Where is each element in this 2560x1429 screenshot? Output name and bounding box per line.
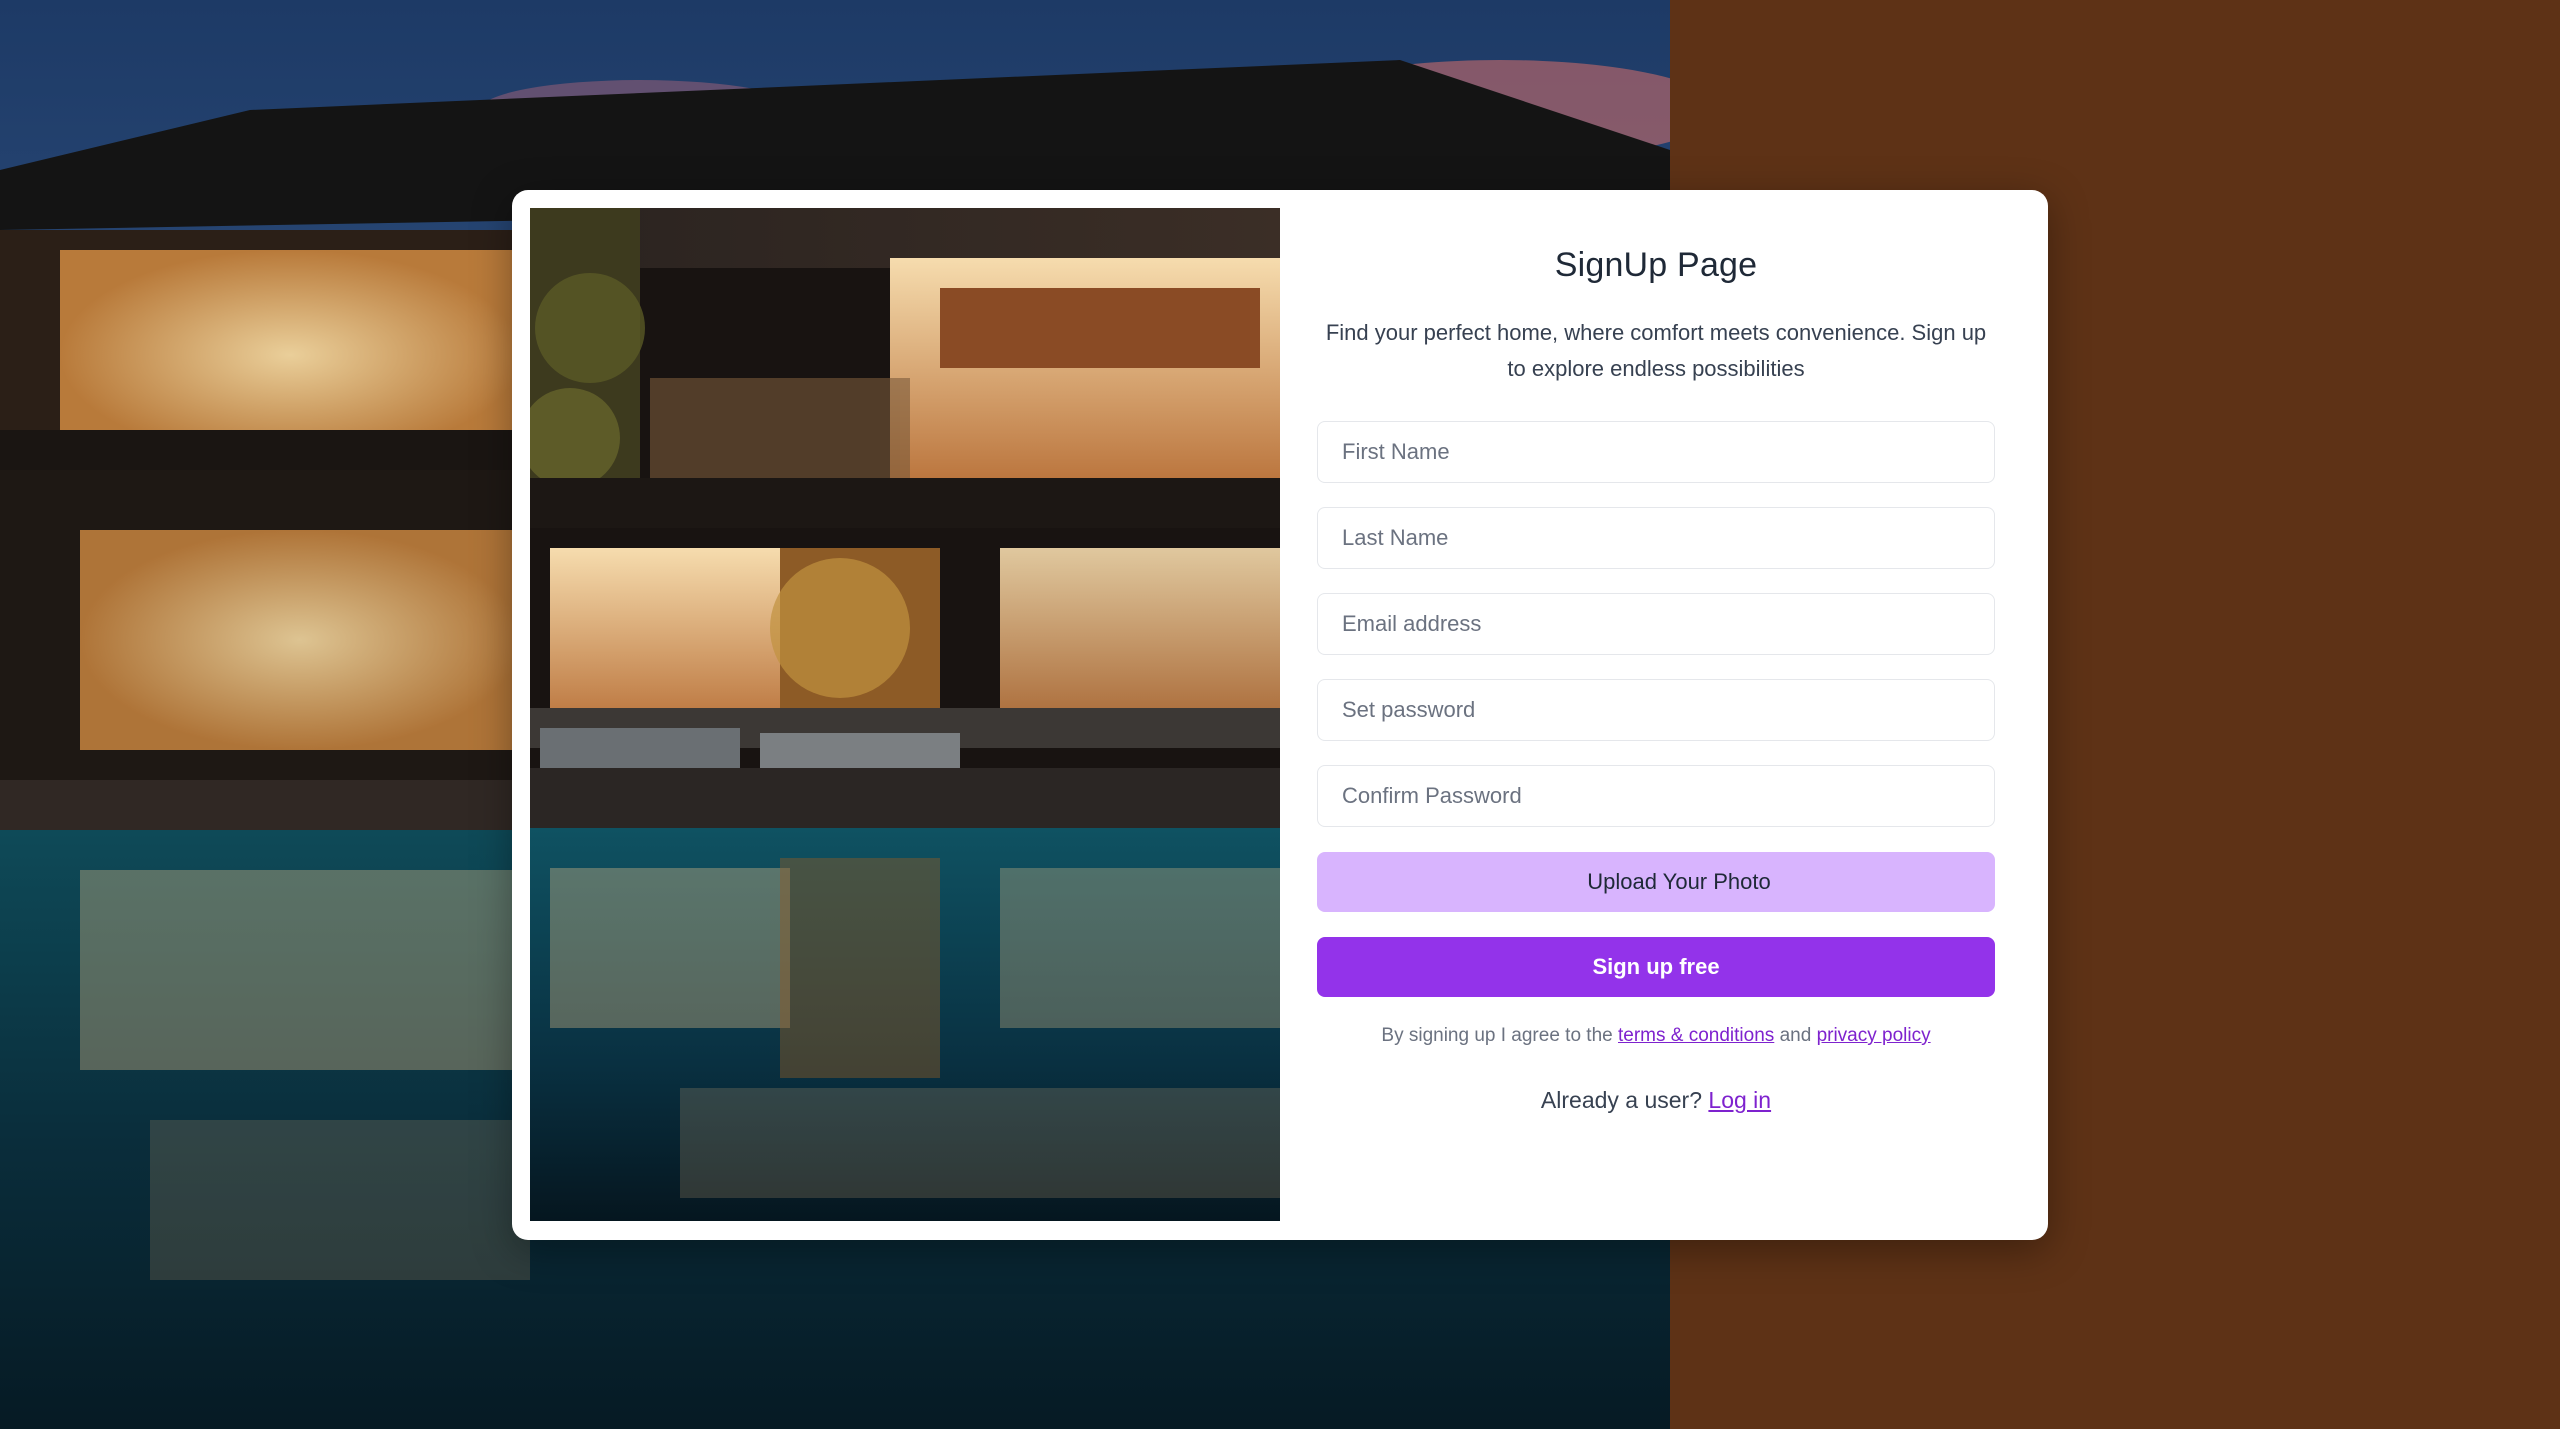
page-title: SignUp Page [1554,246,1758,284]
signup-form: Upload Your Photo Sign up free [1317,421,1995,997]
first-name-input[interactable] [1317,421,1995,483]
terms-notice: By signing up I agree to the terms & con… [1381,1025,1930,1047]
last-name-input[interactable] [1317,507,1995,569]
email-input[interactable] [1317,593,1995,655]
login-prompt-text: Already a user? [1540,1087,1703,1113]
password-input[interactable] [1317,679,1995,741]
terms-link[interactable]: terms & conditions [1618,1025,1774,1046]
upload-photo-button[interactable]: Upload Your Photo [1317,852,1995,912]
confirm-password-input[interactable] [1317,765,1995,827]
page-subtitle: Find your perfect home, where comfort me… [1325,320,1987,381]
signup-form-panel: SignUp Page Find your perfect home, wher… [1316,190,1996,1240]
signup-button[interactable]: Sign up free [1317,937,1995,997]
signup-card: SignUp Page Find your perfect home, wher… [512,190,2048,1240]
privacy-link[interactable]: privacy policy [1817,1025,1931,1046]
house-photo [530,208,1280,1221]
login-prompt: Already a user? Log in [1541,1087,1771,1114]
terms-prefix: By signing up I agree to the [1381,1025,1613,1046]
terms-conjunction: and [1779,1025,1812,1046]
login-link[interactable]: Log in [1708,1087,1771,1113]
